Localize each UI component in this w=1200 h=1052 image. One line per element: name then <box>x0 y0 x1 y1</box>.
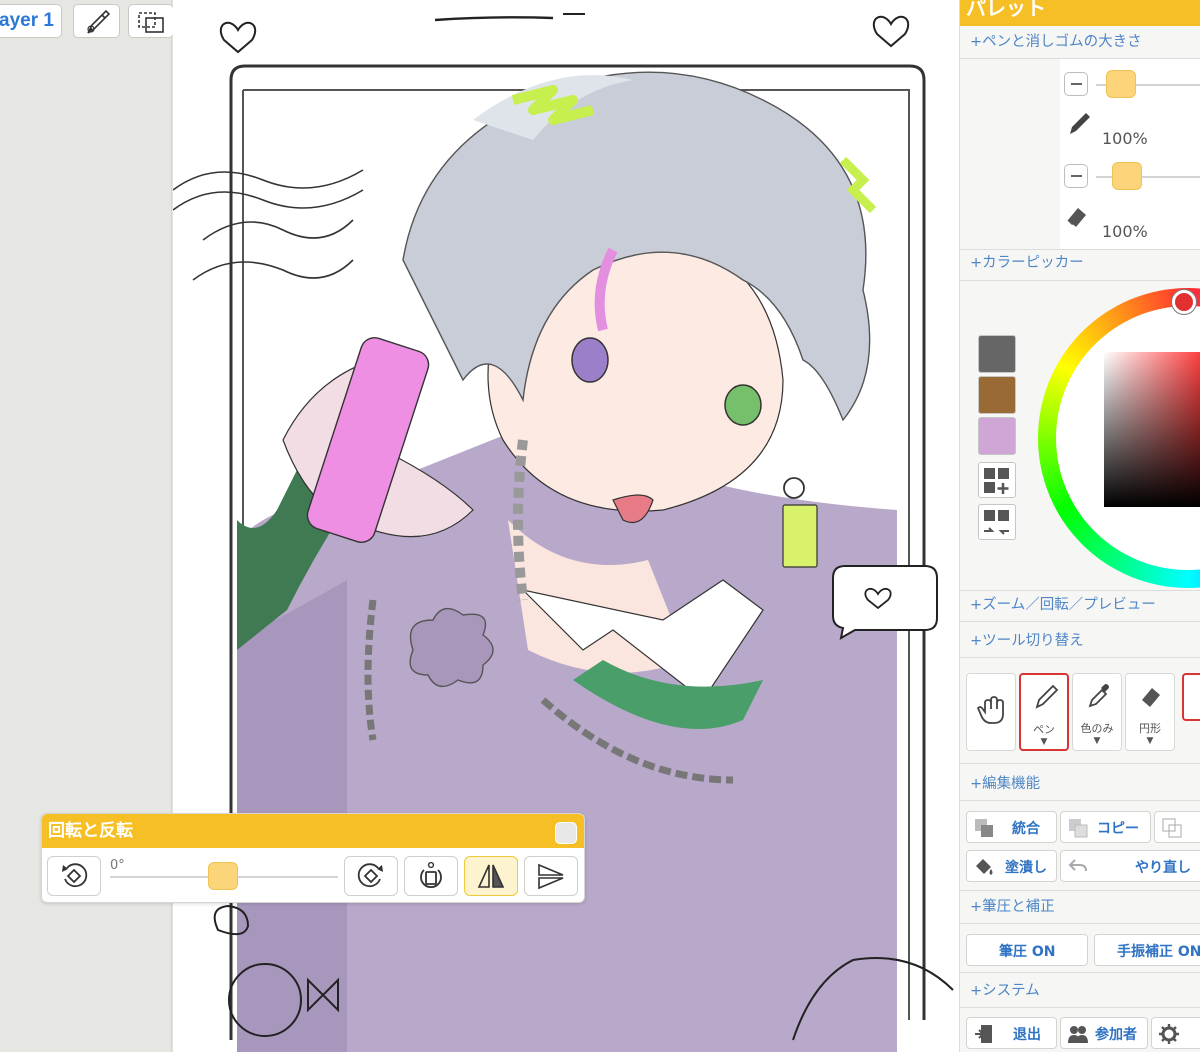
eyedropper-tool-caret: ▼ <box>1093 736 1101 746</box>
brush-settings-icon <box>87 9 111 34</box>
dialog-title-bar: 回転と反転 <box>42 814 584 848</box>
merge-icon <box>975 819 993 837</box>
pressure-label: 筆圧 ON <box>999 944 1056 960</box>
settings-button[interactable] <box>1151 1017 1200 1049</box>
eyedropper-tool-label: 色のみ <box>1080 722 1114 735</box>
divider <box>960 972 1200 973</box>
color-swatch-1[interactable] <box>978 335 1016 373</box>
fill-label: 塗潰し <box>1005 860 1047 876</box>
hue-handle[interactable] <box>1172 290 1196 314</box>
divider <box>960 923 1200 924</box>
swap-swatch-icon <box>984 510 1009 535</box>
eraser-size-minus-button[interactable] <box>1064 164 1088 188</box>
participants-button[interactable]: 参加者 <box>1060 1017 1148 1049</box>
redo-label: やり直し <box>1135 860 1191 876</box>
brush-settings-button[interactable] <box>73 4 120 38</box>
section-system[interactable]: +システム <box>970 979 1040 1000</box>
section-pen-eraser-size[interactable]: +ペンと消しゴムの大きさ <box>970 30 1142 51</box>
divider <box>960 1007 1200 1008</box>
participants-label: 参加者 <box>1095 1027 1137 1043</box>
rotate-cw-icon <box>357 863 383 888</box>
pen-tool-icon <box>1035 684 1059 709</box>
flip-horizontal-icon <box>477 864 505 888</box>
angle-slider-thumb[interactable] <box>208 862 238 890</box>
section-pressure[interactable]: +筆圧と補正 <box>970 895 1055 916</box>
copy-icon <box>1069 819 1088 838</box>
merge-label: 統合 <box>1012 821 1040 837</box>
pen-size-thumb[interactable] <box>1106 70 1136 98</box>
pen-size-minus-button[interactable] <box>1064 72 1088 96</box>
divider <box>960 590 1200 591</box>
dialog-close-button[interactable] <box>555 822 577 844</box>
palette-header: パレット <box>960 0 1200 26</box>
eraser-tool-label: 円形 <box>1139 722 1161 735</box>
copy-label: コピー <box>1097 821 1139 837</box>
exit-door-icon <box>975 1025 992 1043</box>
divider <box>960 249 1200 250</box>
paste-button[interactable] <box>1154 811 1200 843</box>
divider <box>960 280 1200 281</box>
eraser-tool-caret: ▼ <box>1146 736 1154 746</box>
dialog-title: 回転と反転 <box>48 821 133 841</box>
eraser-icon <box>1067 208 1086 227</box>
transform-icon <box>138 12 164 33</box>
reset-rotation-icon <box>420 861 442 889</box>
pressure-toggle[interactable]: 筆圧 ON <box>966 934 1088 966</box>
redo-button[interactable]: やり直し <box>1060 850 1200 882</box>
add-swatch-button[interactable] <box>978 462 1016 498</box>
gear-icon <box>1159 1024 1179 1044</box>
divider <box>960 890 1200 891</box>
saturation-value-square[interactable] <box>1104 352 1200 507</box>
section-color-picker[interactable]: +カラーピッカー <box>970 251 1084 272</box>
eraser-opacity: 100% <box>1102 222 1148 241</box>
pen-icon <box>1070 113 1090 134</box>
divider <box>960 763 1200 764</box>
stabilizer-toggle[interactable]: 手振補正 ON <box>1094 934 1200 966</box>
eraser-tool-icon <box>1142 688 1160 707</box>
transform-button[interactable] <box>128 4 174 38</box>
paste-icon <box>1162 818 1182 838</box>
hand-icon <box>977 696 1004 724</box>
rotate-ccw-button[interactable] <box>47 856 101 896</box>
flip-vertical-button[interactable] <box>524 856 578 896</box>
section-edit[interactable]: +編集機能 <box>970 772 1040 793</box>
color-swatch-2[interactable] <box>978 376 1016 414</box>
rotate-flip-dialog: 回転と反転 0° <box>41 813 585 903</box>
reset-rotation-button[interactable] <box>404 856 458 896</box>
layer-tab[interactable]: ayer 1 <box>0 4 62 38</box>
pen-tool-button[interactable]: ペン ▼ <box>1019 673 1069 751</box>
fill-button[interactable]: 塗潰し <box>966 850 1057 882</box>
eraser-tool-button[interactable]: 円形 ▼ <box>1125 673 1175 751</box>
divider <box>960 657 1200 658</box>
participants-icon <box>1068 1026 1088 1043</box>
section-tool-switch[interactable]: +ツール切り替え <box>970 629 1084 650</box>
section-zoom[interactable]: +ズーム／回転／プレビュー <box>970 593 1156 614</box>
divider <box>960 800 1200 801</box>
swap-swatch-button[interactable] <box>978 504 1016 540</box>
add-swatch-icon <box>984 468 1009 494</box>
color-swatch-3[interactable] <box>978 417 1016 455</box>
divider <box>960 621 1200 622</box>
hand-tool-button[interactable] <box>966 673 1016 751</box>
extra-tool-button[interactable] <box>1182 673 1200 721</box>
flip-horizontal-button[interactable] <box>464 856 518 896</box>
palette-panel: パレット +ペンと消しゴムの大きさ 100% 100% +カラーピッカー +ズー… <box>959 0 1200 1052</box>
flip-vertical-icon <box>538 863 564 890</box>
rotate-cw-button[interactable] <box>344 856 398 896</box>
eyedropper-icon <box>1088 684 1109 708</box>
pen-tool-caret: ▼ <box>1040 737 1048 747</box>
merge-button[interactable]: 統合 <box>966 811 1057 843</box>
exit-button[interactable]: 退出 <box>966 1017 1057 1049</box>
exit-label: 退出 <box>1013 1027 1041 1043</box>
eyedropper-tool-button[interactable]: 色のみ ▼ <box>1072 673 1122 751</box>
angle-value: 0° <box>110 858 125 873</box>
copy-button[interactable]: コピー <box>1060 811 1151 843</box>
undo-redo-icon <box>1068 859 1087 872</box>
eraser-size-thumb[interactable] <box>1112 162 1142 190</box>
fill-bucket-icon <box>976 859 993 875</box>
pen-opacity: 100% <box>1102 129 1148 148</box>
stabilizer-label: 手振補正 ON <box>1117 944 1200 960</box>
rotate-ccw-icon <box>62 863 88 888</box>
pen-tool-label: ペン <box>1033 723 1055 736</box>
